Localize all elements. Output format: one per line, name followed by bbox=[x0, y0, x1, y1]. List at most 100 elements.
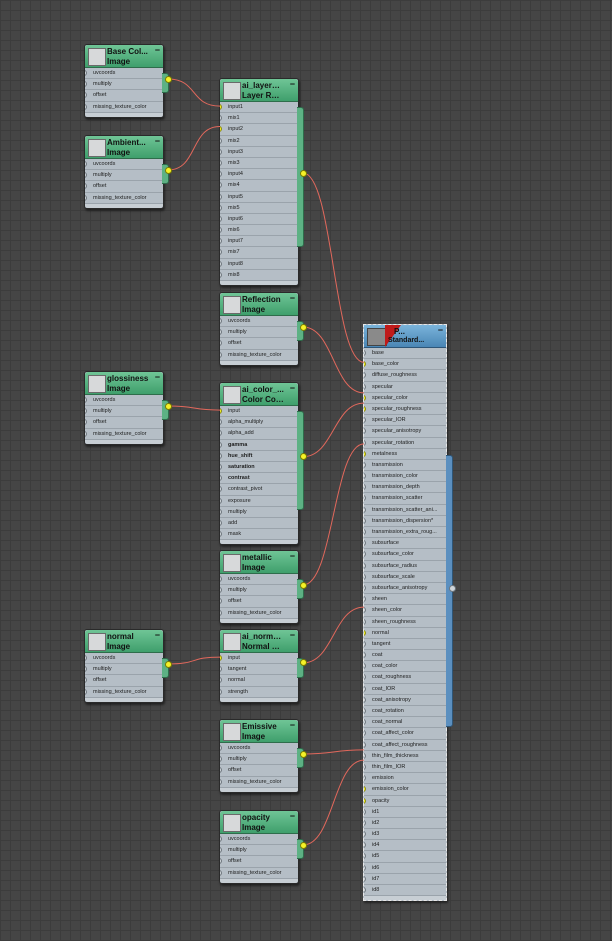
input-socket[interactable] bbox=[220, 182, 222, 189]
material-input-id1[interactable]: id1 bbox=[364, 807, 446, 818]
input-socket[interactable] bbox=[364, 752, 366, 759]
input-socket[interactable] bbox=[364, 506, 366, 513]
input-row-alpha-multiply[interactable]: alpha_multiply bbox=[220, 417, 298, 429]
input-socket[interactable] bbox=[220, 655, 222, 661]
input-socket[interactable] bbox=[220, 408, 222, 414]
input-socket[interactable] bbox=[85, 161, 87, 167]
input-socket[interactable] bbox=[85, 688, 87, 695]
input-socket[interactable] bbox=[220, 688, 222, 695]
input-row-offset[interactable]: offset bbox=[85, 90, 163, 102]
input-socket[interactable] bbox=[364, 495, 366, 502]
input-row-uvcoords[interactable]: uvcoords bbox=[220, 743, 298, 755]
input-socket[interactable] bbox=[364, 450, 366, 457]
input-socket[interactable] bbox=[220, 836, 222, 842]
input-row-input7[interactable]: input7 bbox=[220, 236, 298, 248]
input-row-missing-texture-color[interactable]: missing_texture_color bbox=[220, 868, 298, 879]
node-header[interactable]: ai_layer_r... Layer RG... − bbox=[220, 79, 298, 102]
material-input-transmission-color[interactable]: transmission_color bbox=[364, 471, 446, 483]
input-socket[interactable] bbox=[220, 249, 222, 256]
input-row-mix7[interactable]: mix7 bbox=[220, 247, 298, 259]
input-row-normal[interactable]: normal bbox=[220, 675, 298, 687]
input-socket[interactable] bbox=[220, 576, 222, 582]
input-socket[interactable] bbox=[364, 831, 366, 838]
node-ambient[interactable]: Ambient... Image − uvcoords multiply offset mi… bbox=[84, 135, 169, 209]
input-row-strength[interactable]: strength bbox=[220, 687, 298, 698]
input-row-uvcoords[interactable]: uvcoords bbox=[85, 68, 163, 80]
input-socket[interactable] bbox=[364, 864, 366, 871]
material-input-diffuse-roughness[interactable]: diffuse_roughness bbox=[364, 370, 446, 382]
input-socket[interactable] bbox=[220, 227, 222, 234]
material-input-specular-ior[interactable]: specular_IOR bbox=[364, 415, 446, 427]
input-socket[interactable] bbox=[364, 596, 366, 603]
input-row-mix4[interactable]: mix4 bbox=[220, 180, 298, 192]
collapse-icon[interactable]: − bbox=[438, 325, 443, 335]
input-socket[interactable] bbox=[364, 663, 366, 670]
input-socket[interactable] bbox=[364, 696, 366, 703]
input-socket[interactable] bbox=[220, 745, 222, 751]
wire-ambient-to-layer[interactable] bbox=[167, 126, 221, 171]
input-socket[interactable] bbox=[220, 204, 222, 211]
input-row-gamma[interactable]: gamma bbox=[220, 440, 298, 451]
collapse-icon[interactable]: − bbox=[290, 630, 295, 640]
input-socket[interactable] bbox=[220, 104, 222, 110]
node-header[interactable]: ai_color_... Color Cor... − bbox=[220, 383, 298, 406]
material-input-sheen-roughness[interactable]: sheen_roughness bbox=[364, 617, 446, 628]
input-socket[interactable] bbox=[364, 853, 366, 860]
input-socket[interactable] bbox=[220, 531, 222, 538]
input-socket[interactable] bbox=[220, 598, 222, 605]
input-row-missing-texture-color[interactable]: missing_texture_color bbox=[85, 429, 163, 440]
input-socket[interactable] bbox=[220, 193, 222, 200]
input-socket[interactable] bbox=[220, 497, 222, 504]
input-row-alpha-add[interactable]: alpha_add bbox=[220, 428, 298, 440]
node-basecolor[interactable]: Base Col... Image − uvcoords multiply offset m… bbox=[84, 44, 169, 118]
material-input-coat-affect-roughness[interactable]: coat_affect_roughness bbox=[364, 740, 446, 751]
material-input-metalness[interactable]: metalness bbox=[364, 449, 446, 460]
input-socket[interactable] bbox=[364, 842, 366, 849]
input-socket[interactable] bbox=[364, 875, 366, 882]
input-socket[interactable] bbox=[364, 607, 366, 614]
material-input-transmission-scatter-ani[interactable]: transmission_scatter_ani... bbox=[364, 505, 446, 516]
input-socket[interactable] bbox=[364, 887, 366, 893]
node-normal[interactable]: normal Image − uvcoords multiply offset missin… bbox=[84, 629, 169, 703]
node-header[interactable]: ai_normal... Normal Map − bbox=[220, 630, 298, 653]
input-socket[interactable] bbox=[364, 405, 366, 412]
node-header[interactable]: Emissive Image − bbox=[220, 720, 298, 743]
input-socket[interactable] bbox=[220, 847, 222, 854]
wire-layer-to-material[interactable] bbox=[302, 172, 365, 363]
material-input-emission-color[interactable]: emission_color bbox=[364, 784, 446, 796]
input-row-missing-texture-color[interactable]: missing_texture_color bbox=[85, 102, 163, 113]
input-socket[interactable] bbox=[220, 115, 222, 122]
input-socket[interactable] bbox=[220, 126, 222, 133]
input-socket[interactable] bbox=[220, 677, 222, 684]
input-row-mix1[interactable]: mix1 bbox=[220, 113, 298, 125]
material-input-emission[interactable]: emission bbox=[364, 773, 446, 785]
material-input-thin-film-thickness[interactable]: thin_film_thickness bbox=[364, 751, 446, 762]
input-row-multiply[interactable]: multiply bbox=[220, 507, 298, 518]
material-input-id3[interactable]: id3 bbox=[364, 829, 446, 841]
input-socket[interactable] bbox=[364, 775, 366, 782]
input-socket[interactable] bbox=[220, 159, 222, 166]
input-socket[interactable] bbox=[220, 869, 222, 876]
material-input-thin-film-ior[interactable]: thin_film_IOR bbox=[364, 762, 446, 774]
input-row-input6[interactable]: input6 bbox=[220, 214, 298, 226]
input-row-contrast[interactable]: contrast bbox=[220, 473, 298, 485]
input-socket[interactable] bbox=[85, 81, 87, 88]
material-input-id7[interactable]: id7 bbox=[364, 874, 446, 885]
material-input-transmission[interactable]: transmission bbox=[364, 460, 446, 472]
input-socket[interactable] bbox=[85, 103, 87, 110]
wire-opacity-to-material[interactable] bbox=[302, 759, 365, 846]
input-socket[interactable] bbox=[364, 674, 366, 681]
node-material[interactable]: P... Standard... − base base_color diffuse_ro… bbox=[363, 324, 456, 902]
material-input-sheen-color[interactable]: sheen_color bbox=[364, 605, 446, 617]
input-row-mix8[interactable]: mix8 bbox=[220, 270, 298, 281]
node-header[interactable]: Reflection Image − bbox=[220, 293, 298, 316]
input-socket[interactable] bbox=[364, 730, 366, 737]
input-row-missing-texture-color[interactable]: missing_texture_color bbox=[85, 687, 163, 698]
output-socket-basecolor[interactable] bbox=[164, 75, 172, 83]
material-input-base-color[interactable]: base_color bbox=[364, 359, 446, 371]
output-socket-normalmap[interactable] bbox=[299, 659, 307, 667]
material-input-coat-anisotropy[interactable]: coat_anisotropy bbox=[364, 695, 446, 706]
input-socket[interactable] bbox=[364, 372, 366, 379]
input-socket[interactable] bbox=[85, 677, 87, 684]
wire-emissive-to-material[interactable] bbox=[302, 749, 365, 755]
